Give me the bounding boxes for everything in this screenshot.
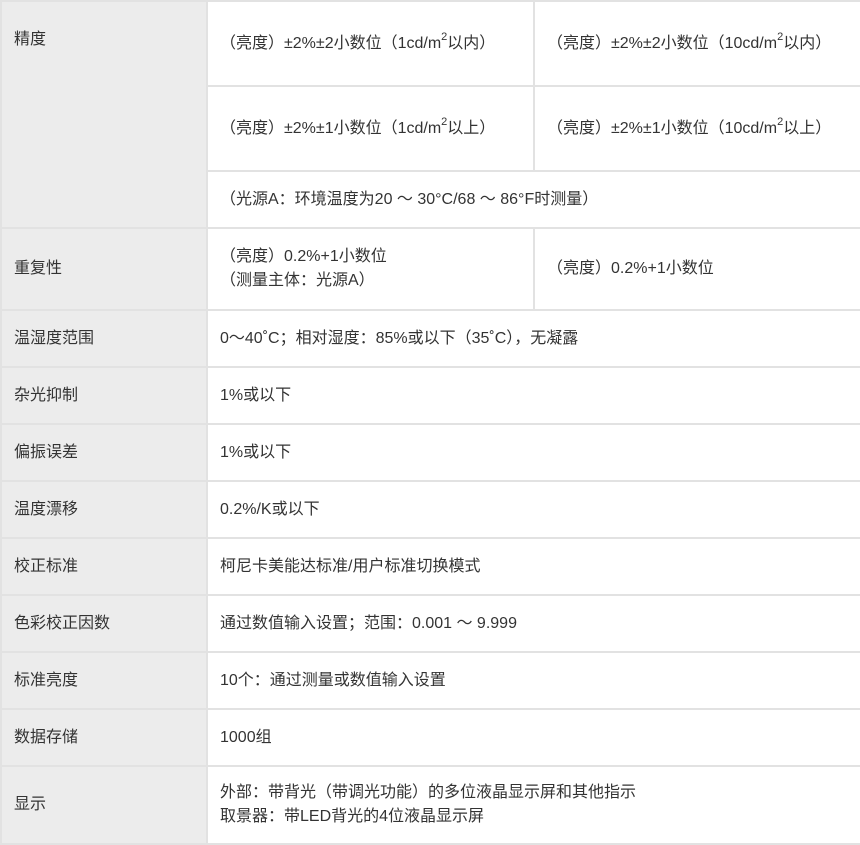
repeatability-line-1: （亮度）0.2%+1小数位 (220, 248, 387, 265)
precision-tail-2a: 以上） (447, 119, 496, 137)
precision-note: （光源A：环境温度为20 ～ 30°C/68 ～ 86°F时测量） (206, 170, 860, 229)
display-line-1: 外部：带背光（带调光功能）的多位液晶显示屏和其他指示 (220, 784, 637, 801)
table-row: 温度漂移 0.2%/K或以下 (0, 480, 860, 539)
repeatability-line-2: （测量主体：光源A） (220, 272, 375, 289)
table-row: 色彩校正因数 通过数值输入设置；范围：0.001 ～ 9.999 (0, 594, 860, 653)
table-row: 温湿度范围 0～40˚C；相对湿度：85%或以下（35˚C），无凝露 (0, 309, 860, 368)
stray-light-value: 1%或以下 (206, 366, 860, 425)
superscript: 2 (777, 31, 784, 44)
table-row: 校正标准 柯尼卡美能达标准/用户标准切换模式 (0, 537, 860, 596)
table-row: 偏振误差 1%或以下 (0, 423, 860, 482)
row-label-temp-humidity: 温湿度范围 (0, 309, 208, 368)
display-value: 外部：带背光（带调光功能）的多位液晶显示屏和其他指示 取景器：带LED背光的4位… (206, 765, 860, 845)
row-label-stray-light: 杂光抑制 (0, 366, 208, 425)
precision-value-2b: （亮度）±2%±1小数位（10cd/m2以上） (533, 85, 860, 172)
row-label-repeatability: 重复性 (0, 227, 208, 311)
table-row: 数据存储 1000组 (0, 708, 860, 767)
row-label-calibration: 校正标准 (0, 537, 208, 596)
superscript: 2 (441, 116, 448, 129)
precision-text-1b: （亮度）±2%±2小数位（10cd/m (547, 34, 778, 52)
color-factor-value: 通过数值输入设置；范围：0.001 ～ 9.999 (206, 594, 860, 653)
precision-tail-1b: 以内） (783, 34, 832, 52)
precision-tail-2b: 以上） (783, 119, 832, 137)
table-row: 标准亮度 10个：通过测量或数值输入设置 (0, 651, 860, 710)
repeatability-value-b: （亮度）0.2%+1小数位 (533, 227, 860, 311)
precision-text-2b: （亮度）±2%±1小数位（10cd/m (547, 119, 778, 137)
row-label-color-factor: 色彩校正因数 (0, 594, 208, 653)
superscript: 2 (441, 31, 448, 44)
temp-drift-value: 0.2%/K或以下 (206, 480, 860, 539)
spec-table: 精度 （亮度）±2%±2小数位（1cd/m2以内） （亮度）±2%±2小数位（1… (0, 0, 860, 845)
precision-text-1a: （亮度）±2%±2小数位（1cd/m (220, 34, 442, 52)
temp-humidity-value: 0～40˚C；相对湿度：85%或以下（35˚C），无凝露 (206, 309, 860, 368)
polarization-value: 1%或以下 (206, 423, 860, 482)
table-row: 重复性 （亮度）0.2%+1小数位 （测量主体：光源A） （亮度）0.2%+1小… (0, 227, 860, 311)
table-row: 显示 外部：带背光（带调光功能）的多位液晶显示屏和其他指示 取景器：带LED背光… (0, 765, 860, 845)
row-label-precision: 精度 (0, 0, 208, 229)
precision-value-1a: （亮度）±2%±2小数位（1cd/m2以内） (206, 0, 535, 87)
precision-text-2a: （亮度）±2%±1小数位（1cd/m (220, 119, 442, 137)
precision-value-2a: （亮度）±2%±1小数位（1cd/m2以上） (206, 85, 535, 172)
data-storage-value: 1000组 (206, 708, 860, 767)
row-label-display: 显示 (0, 765, 208, 845)
std-luminance-value: 10个：通过测量或数值输入设置 (206, 651, 860, 710)
row-label-temp-drift: 温度漂移 (0, 480, 208, 539)
row-label-std-luminance: 标准亮度 (0, 651, 208, 710)
display-line-2: 取景器：带LED背光的4位液晶显示屏 (220, 808, 485, 825)
repeatability-value-a: （亮度）0.2%+1小数位 （测量主体：光源A） (206, 227, 535, 311)
precision-tail-1a: 以内） (447, 34, 496, 52)
table-row: 杂光抑制 1%或以下 (0, 366, 860, 425)
calibration-value: 柯尼卡美能达标准/用户标准切换模式 (206, 537, 860, 596)
row-label-data-storage: 数据存储 (0, 708, 208, 767)
table-row: 精度 （亮度）±2%±2小数位（1cd/m2以内） （亮度）±2%±2小数位（1… (0, 0, 860, 229)
superscript: 2 (777, 116, 784, 129)
precision-value-1b: （亮度）±2%±2小数位（10cd/m2以内） (533, 0, 860, 87)
row-label-polarization: 偏振误差 (0, 423, 208, 482)
